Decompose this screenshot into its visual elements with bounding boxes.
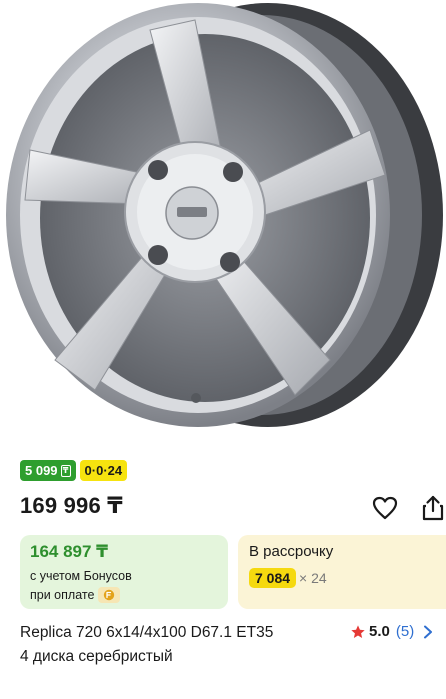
product-image[interactable]: [0, 0, 446, 450]
share-icon[interactable]: [418, 493, 446, 523]
product-title: Replica 720 6x14/4x100 D67.1 ET35: [20, 624, 274, 641]
installment-monthly: 7 084: [249, 568, 297, 588]
rating-count[interactable]: (5): [396, 623, 414, 640]
rating-link[interactable]: 5.0 (5): [350, 623, 433, 640]
tenge-card-icon: ₸: [60, 464, 71, 477]
bonus-price-badge[interactable]: 5 099 ₸: [20, 460, 76, 481]
product-subtitle: 4 диска серебристый: [20, 648, 173, 665]
chevron-right-icon: [424, 625, 433, 638]
installment-title: В рассрочку: [249, 543, 334, 560]
star-icon: [351, 624, 365, 638]
bonus-card-note-payment: при оплате: [30, 587, 121, 603]
bonus-coin-icon: [98, 587, 121, 603]
installment-card[interactable]: В рассрочку 7 084 × 24: [238, 535, 446, 609]
price-row: 169 996 ₸: [20, 493, 446, 523]
bonus-card-note: с учетом Бонусов: [30, 569, 132, 583]
rating-value: 5.0: [369, 623, 390, 640]
bonus-price-badge-label: 5 099: [25, 463, 58, 478]
installment-badge[interactable]: 0·0·24: [79, 460, 128, 481]
bonus-price-card[interactable]: 164 897 ₸ с учетом Бонусов при оплате: [20, 535, 228, 609]
installment-multiplier: × 24: [299, 570, 327, 586]
heart-icon[interactable]: [370, 493, 400, 523]
wheel-illustration: [6, 3, 443, 427]
bonus-card-note-payment-text: при оплате: [30, 588, 95, 602]
installment-row: 7 084 × 24: [249, 568, 327, 588]
price-badges: 5 099 ₸ 0·0·24: [20, 460, 128, 481]
bonus-card-price: 164 897 ₸: [30, 542, 109, 561]
